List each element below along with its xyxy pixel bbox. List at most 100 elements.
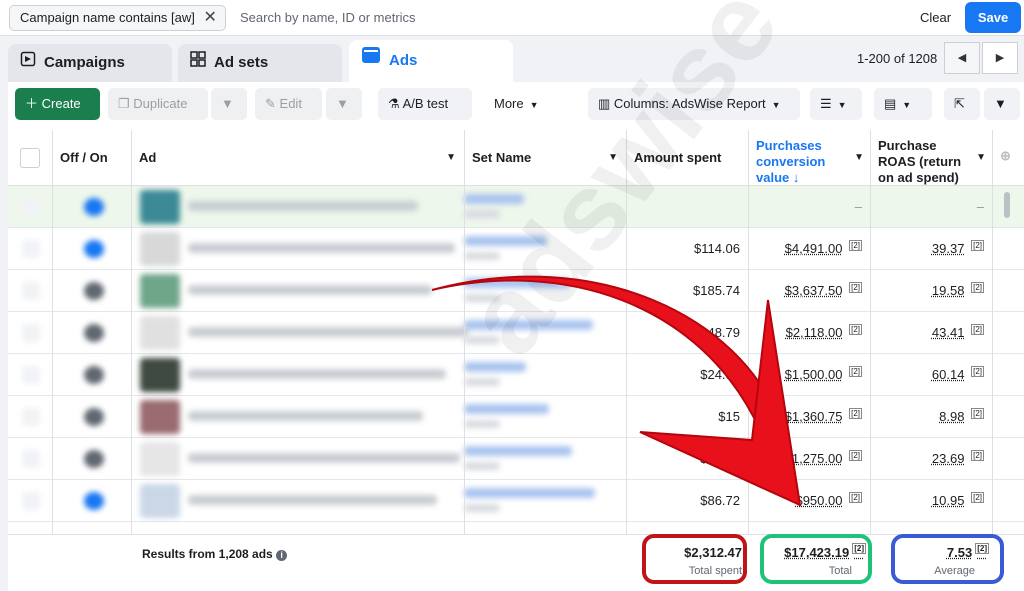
- table-row[interactable]: $48.79 $2,118.00 [2] 43.41 [2]: [8, 312, 1024, 354]
- amount-spent-cell: $24.94: [700, 367, 740, 382]
- tab-ads[interactable]: Ads: [349, 40, 513, 82]
- row-toggle[interactable]: [84, 324, 104, 342]
- toolbar: ＋ Create ❐ Duplicate ▼ ✎ Edit ▼ ⚗ A/B te…: [8, 82, 1024, 130]
- reports-button[interactable]: ▤ ▼: [874, 88, 932, 120]
- table-row[interactable]: $86.72 $950.00 [2] 10.95 [2]: [8, 480, 1024, 522]
- row-toggle[interactable]: [84, 492, 104, 510]
- create-button[interactable]: ＋ Create: [15, 88, 100, 120]
- caret-down-icon: ▼: [336, 96, 349, 111]
- row-checkbox[interactable]: [22, 492, 40, 510]
- set-name-header[interactable]: Set Name ▼: [464, 130, 626, 186]
- table-footer: Results from 1,208 ads i $2,312.47 Total…: [8, 534, 1024, 591]
- info-icon[interactable]: i: [276, 550, 288, 561]
- ad-set-name[interactable]: [464, 320, 593, 330]
- select-all-header: [8, 130, 52, 186]
- amount-spent-cell: $185.74: [693, 283, 740, 298]
- purchases-value-cell: $3,637.50 [2]: [748, 282, 862, 298]
- ad-set-name[interactable]: [464, 404, 549, 414]
- ad-name[interactable]: [188, 495, 437, 505]
- table-row[interactable]: – –: [8, 186, 1024, 228]
- ad-set-name[interactable]: [464, 362, 526, 372]
- ad-name[interactable]: [188, 327, 469, 337]
- table-row[interactable]: $114.06 $4,491.00 [2] 39.37 [2]: [8, 228, 1024, 270]
- scrollbar[interactable]: [1004, 192, 1010, 218]
- row-checkbox[interactable]: [22, 450, 40, 468]
- ad-icon: [361, 40, 381, 82]
- off-on-header[interactable]: Off / On: [52, 130, 131, 186]
- ad-set-name[interactable]: [464, 278, 570, 288]
- filter-chip[interactable]: Campaign name contains [aw] ✕: [9, 5, 226, 31]
- ad-name[interactable]: [188, 285, 432, 295]
- row-toggle[interactable]: [84, 198, 104, 216]
- total-value: $17,423.19 [2]: [766, 543, 866, 560]
- select-all-checkbox[interactable]: [20, 148, 40, 168]
- value-text: $950.00: [795, 493, 843, 508]
- breakdown-button[interactable]: ☰ ▼: [810, 88, 862, 120]
- row-toggle[interactable]: [84, 450, 104, 468]
- ab-test-button[interactable]: ⚗ A/B test: [378, 88, 472, 120]
- roas-text: 60.14: [931, 367, 965, 382]
- roas-header[interactable]: Purchase ROAS (return on ad spend) ▼: [870, 130, 992, 186]
- add-column-icon[interactable]: ⊕: [992, 130, 1024, 186]
- amount-spent-cell: $48.79: [700, 325, 740, 340]
- row-checkbox[interactable]: [22, 198, 40, 216]
- roas-cell: 23.69 [2]: [870, 450, 984, 466]
- tab-campaigns-label: Campaigns: [44, 54, 125, 71]
- ad-name[interactable]: [188, 411, 423, 421]
- search-input[interactable]: Search by name, ID or metrics: [240, 10, 416, 25]
- ad-header[interactable]: Ad ▼: [131, 130, 464, 186]
- purchases-value-cell: $950.00 [2]: [748, 492, 862, 508]
- create-label: Create: [41, 96, 81, 111]
- edit-button[interactable]: ✎ Edit: [255, 88, 322, 120]
- table-row[interactable]: $185.74 $3,637.50 [2] 19.58 [2]: [8, 270, 1024, 312]
- amount-spent-header[interactable]: Amount spent: [626, 130, 748, 186]
- ad-set-name[interactable]: [464, 194, 524, 204]
- edit-dropdown[interactable]: ▼: [326, 88, 362, 120]
- ad-name[interactable]: [188, 201, 418, 211]
- row-toggle[interactable]: [84, 282, 104, 300]
- ad-name[interactable]: [188, 369, 446, 379]
- ad-set-name[interactable]: [464, 236, 547, 246]
- ad-name[interactable]: [188, 243, 455, 253]
- export-button[interactable]: ⇱: [944, 88, 980, 120]
- row-toggle[interactable]: [84, 366, 104, 384]
- save-button[interactable]: Save: [965, 2, 1021, 33]
- purchases-value-cell: $2,118.00 [2]: [748, 324, 862, 340]
- plus-icon: ＋: [25, 96, 39, 111]
- tab-ad-sets[interactable]: Ad sets: [178, 44, 342, 82]
- row-checkbox[interactable]: [22, 282, 40, 300]
- columns-button[interactable]: ▥ Columns: AdsWise Report ▼: [588, 88, 800, 120]
- previous-page-button[interactable]: ◀: [944, 42, 980, 74]
- footnote-marker: [2]: [849, 492, 862, 503]
- tab-campaigns[interactable]: Campaigns: [8, 44, 172, 82]
- ad-set-name[interactable]: [464, 488, 595, 498]
- roas-cell: 43.41 [2]: [870, 324, 984, 340]
- table-row[interactable]: $15 $1,360.75 [2] 8.98 [2]: [8, 396, 1024, 438]
- table-row[interactable]: $68.81 $1,275.00 [2] 23.69 [2]: [8, 438, 1024, 480]
- total-value-label: Total: [828, 565, 852, 577]
- footnote-marker: [2]: [971, 240, 984, 251]
- row-toggle[interactable]: [84, 240, 104, 258]
- row-checkbox[interactable]: [22, 240, 40, 258]
- row-checkbox[interactable]: [22, 324, 40, 342]
- row-checkbox[interactable]: [22, 408, 40, 426]
- duplicate-button[interactable]: ❐ Duplicate: [108, 88, 208, 120]
- close-icon[interactable]: ✕: [203, 6, 216, 30]
- duplicate-dropdown[interactable]: ▼: [211, 88, 247, 120]
- duplicate-label: Duplicate: [133, 96, 188, 111]
- row-checkbox[interactable]: [22, 366, 40, 384]
- copy-icon: ❐: [118, 96, 130, 111]
- next-page-button[interactable]: ▶: [982, 42, 1018, 74]
- purchases-value-header[interactable]: Purchases conversion value ↓ ▼: [748, 130, 870, 186]
- flag-icon: [20, 44, 36, 82]
- purchases-value-cell: $4,491.00 [2]: [748, 240, 862, 256]
- roas-text: 8.98: [939, 409, 965, 424]
- clear-button[interactable]: Clear: [920, 10, 951, 25]
- more-button[interactable]: More ▼: [484, 88, 554, 120]
- table-row[interactable]: $24.94 $1,500.00 [2] 60.14 [2]: [8, 354, 1024, 396]
- ad-set-name[interactable]: [464, 446, 572, 456]
- export-dropdown[interactable]: ▼: [984, 88, 1020, 120]
- ad-name[interactable]: [188, 453, 460, 463]
- row-toggle[interactable]: [84, 408, 104, 426]
- ab-test-label: A/B test: [402, 96, 449, 111]
